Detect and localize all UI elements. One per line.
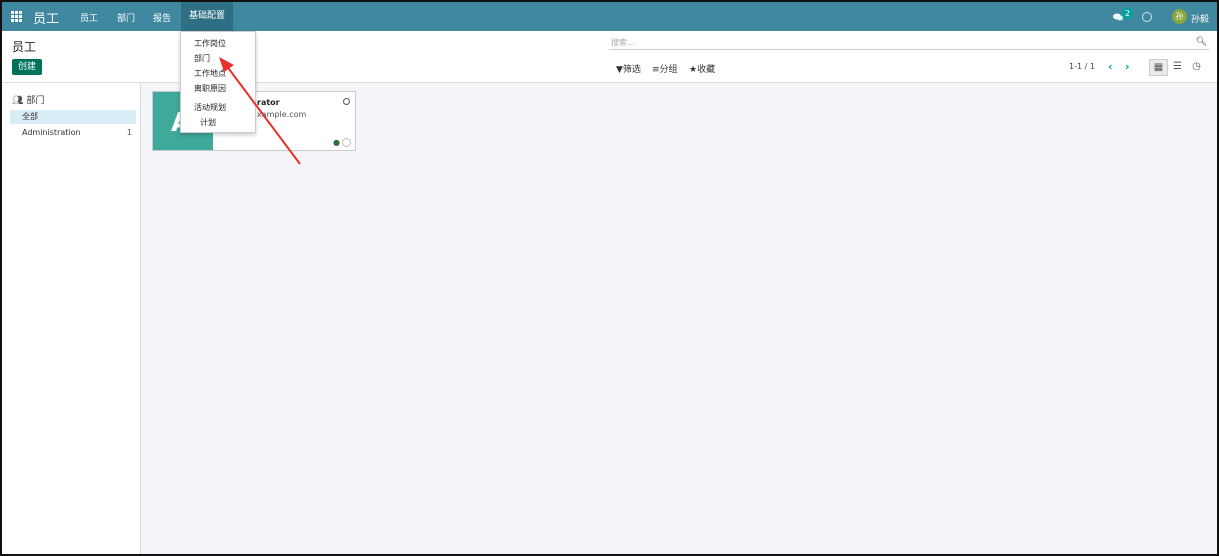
annotation-arrow <box>219 57 301 165</box>
app-window: 员工 员工 部门 报告 基础配置 2 孙 孙毅 员工 创建 搜索... 🔍︎ ▼… <box>0 0 1219 556</box>
